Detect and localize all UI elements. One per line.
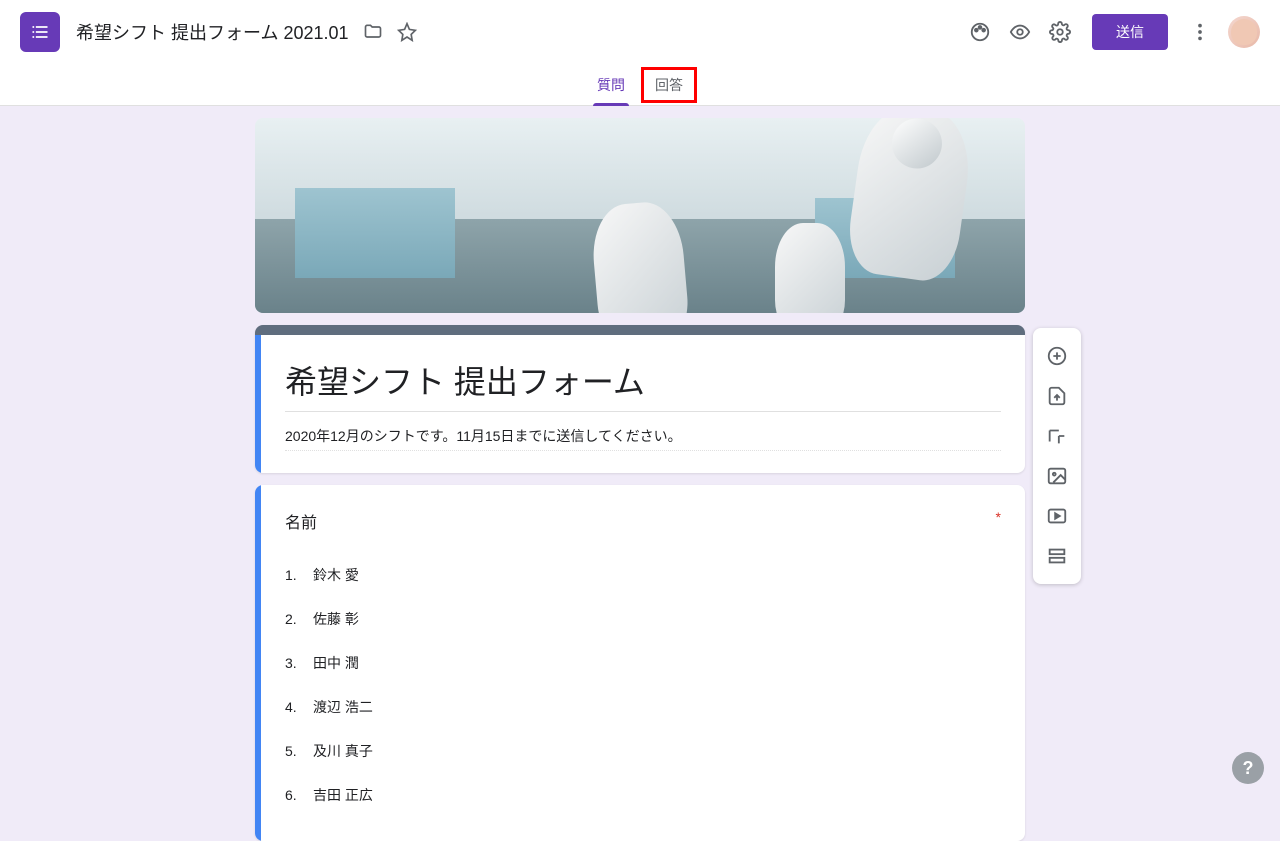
header-top-row: 希望シフト 提出フォーム 2021.01 送信 <box>0 0 1280 64</box>
form-description-text[interactable]: 2020年12月のシフトです。11月15日までに送信してください。 <box>285 412 1001 451</box>
add-video-icon[interactable] <box>1039 498 1075 534</box>
tab-responses[interactable]: 回答 <box>641 67 697 103</box>
required-indicator: * <box>996 509 1001 525</box>
question-side-toolbar <box>1033 328 1081 584</box>
question-card[interactable]: 名前 * 1.鈴木 愛 2.佐藤 彰 3.田中 潤 4.渡辺 浩二 5.及川 真… <box>255 485 1025 841</box>
help-button[interactable]: ? <box>1232 752 1264 784</box>
list-item[interactable]: 4.渡辺 浩二 <box>285 685 1001 729</box>
import-questions-icon[interactable] <box>1039 378 1075 414</box>
add-section-icon[interactable] <box>1039 538 1075 574</box>
send-button[interactable]: 送信 <box>1092 14 1168 50</box>
list-item[interactable]: 1.鈴木 愛 <box>285 553 1001 597</box>
more-menu-icon[interactable] <box>1180 12 1220 52</box>
question-title[interactable]: 名前 <box>285 509 317 533</box>
tab-questions[interactable]: 質問 <box>583 64 639 106</box>
add-question-icon[interactable] <box>1039 338 1075 374</box>
forms-app-icon[interactable] <box>20 12 60 52</box>
list-item[interactable]: 5.及川 真子 <box>285 729 1001 773</box>
add-title-icon[interactable] <box>1039 418 1075 454</box>
app-header: 希望シフト 提出フォーム 2021.01 送信 質問 回答 <box>0 0 1280 106</box>
list-item[interactable]: 6.吉田 正広 <box>285 773 1001 817</box>
list-item[interactable]: 3.田中 潤 <box>285 641 1001 685</box>
form-header-image[interactable] <box>255 118 1025 313</box>
form-title-card[interactable]: 希望シフト 提出フォーム 2020年12月のシフトです。11月15日までに送信し… <box>255 325 1025 473</box>
settings-gear-icon[interactable] <box>1040 12 1080 52</box>
question-header-row: 名前 * <box>285 509 1001 533</box>
move-to-folder-icon[interactable] <box>363 22 383 42</box>
star-icon[interactable] <box>397 22 417 42</box>
form-title-text[interactable]: 希望シフト 提出フォーム <box>285 357 1001 412</box>
account-avatar[interactable] <box>1228 16 1260 48</box>
list-item[interactable]: 2.佐藤 彰 <box>285 597 1001 641</box>
document-title[interactable]: 希望シフト 提出フォーム 2021.01 <box>76 19 349 45</box>
form-canvas: 希望シフト 提出フォーム 2020年12月のシフトです。11月15日までに送信し… <box>0 106 1280 841</box>
theme-palette-icon[interactable] <box>960 12 1000 52</box>
tabs-row: 質問 回答 <box>0 64 1280 106</box>
add-image-icon[interactable] <box>1039 458 1075 494</box>
preview-eye-icon[interactable] <box>1000 12 1040 52</box>
form-column: 希望シフト 提出フォーム 2020年12月のシフトです。11月15日までに送信し… <box>255 118 1025 841</box>
dropdown-options-list: 1.鈴木 愛 2.佐藤 彰 3.田中 潤 4.渡辺 浩二 5.及川 真子 6.吉… <box>285 553 1001 817</box>
